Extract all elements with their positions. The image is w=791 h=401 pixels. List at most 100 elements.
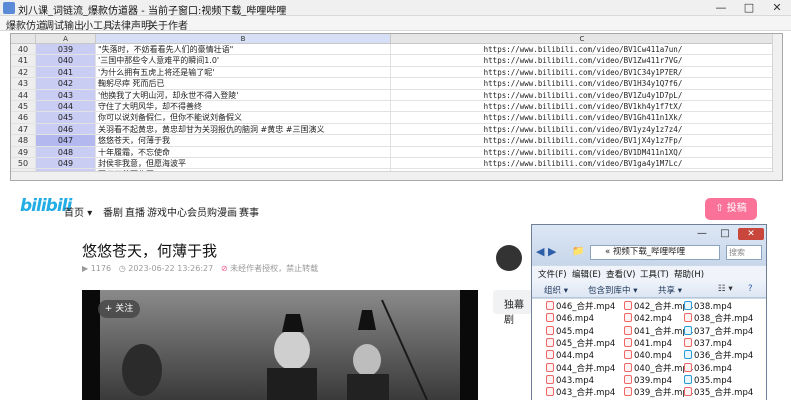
column-header-a[interactable]: A xyxy=(36,34,96,44)
menu-help[interactable]: 帮助(H) xyxy=(674,268,704,280)
cell-c[interactable]: https://www.bilibili.com/video/BV1ga4y1M… xyxy=(391,158,774,170)
row-number[interactable]: 48 xyxy=(11,135,36,147)
cell-a[interactable]: 044 xyxy=(36,101,96,113)
file-item[interactable]: 045_合并.mp4 xyxy=(546,337,615,350)
file-item[interactable]: 038.mp4 xyxy=(684,301,732,313)
menu-view[interactable]: 查看(V) xyxy=(606,268,635,280)
cell-c[interactable]: https://www.bilibili.com/video/BV1Cw411a… xyxy=(391,44,774,56)
column-header-c[interactable]: C xyxy=(391,34,774,44)
cell-a[interactable]: 040 xyxy=(36,55,96,67)
row-number[interactable]: 50 xyxy=(11,158,36,170)
cell-c[interactable]: https://www.bilibili.com/video/BV1jX4y1z… xyxy=(391,135,774,147)
file-item[interactable]: 046.mp4 xyxy=(546,313,594,325)
cell-a[interactable]: 048 xyxy=(36,146,96,158)
file-item[interactable]: 045.mp4 xyxy=(546,325,594,338)
row-number[interactable]: 45 xyxy=(11,101,36,113)
table-row[interactable]: 49 048 十年履霜，不忘使命 https://www.bilibili.com/v… xyxy=(11,146,782,158)
file-item[interactable]: 046_合并.mp4 xyxy=(546,301,615,313)
column-header-b[interactable]: B xyxy=(96,34,391,44)
cell-b[interactable]: 封侯非我意，但愿海波平 xyxy=(96,158,391,170)
include-library-button[interactable]: 包含到库中 ▾ xyxy=(588,284,637,296)
menu-item-about[interactable]: 关于作者 xyxy=(148,17,188,32)
cell-b[interactable]: 关羽看不起黄忠，黄忠却甘为关羽报仇的脑洞 #黄忠 #三国演义 xyxy=(96,123,391,136)
follow-button[interactable]: + 关注 xyxy=(98,300,140,318)
table-row[interactable]: 44 043 '他换我了大明山河，却永世不得入登陵' https://www.bili… xyxy=(11,89,782,101)
search-input[interactable]: 搜索 xyxy=(726,245,762,260)
row-number[interactable]: 47 xyxy=(11,123,36,136)
horizontal-scrollbar[interactable] xyxy=(11,171,774,180)
file-item[interactable]: 040.mp4 xyxy=(624,350,672,362)
menu-item-legal[interactable]: 法律声明 xyxy=(111,17,151,32)
cell-a[interactable]: 042 xyxy=(36,78,96,90)
cell-a[interactable]: 045 xyxy=(36,112,96,124)
file-item[interactable]: 044_合并.mp4 xyxy=(546,362,615,375)
close-button[interactable]: ✕ xyxy=(738,228,764,240)
file-item[interactable]: 037_合并.mp4 xyxy=(684,325,753,338)
cell-b[interactable]: "失落时，不妨看看先人们的豪情壮语" xyxy=(96,44,391,56)
file-item[interactable]: 042.mp4 xyxy=(624,313,672,325)
menu-edit[interactable]: 编辑(E) xyxy=(572,268,601,280)
uploader-avatar[interactable] xyxy=(496,245,522,271)
table-row[interactable]: 50 049 封侯非我意，但愿海波平 https://www.bilibili.com… xyxy=(11,158,782,170)
row-number[interactable]: 46 xyxy=(11,112,36,124)
cell-a[interactable]: 043 xyxy=(36,89,96,101)
file-item[interactable]: 040_合并.mp4 xyxy=(624,362,693,375)
menu-item-viral[interactable]: 爆款仿道 xyxy=(6,17,46,32)
cell-a[interactable]: 039 xyxy=(36,44,96,56)
minimize-button[interactable]: — xyxy=(707,0,735,16)
organize-button[interactable]: 组织 ▾ xyxy=(544,284,568,296)
cell-b[interactable]: 十年履霜，不忘使命 xyxy=(96,146,391,158)
file-item[interactable]: 041.mp4 xyxy=(624,337,672,350)
file-item[interactable]: 035.mp4 xyxy=(684,374,732,387)
nav-esports[interactable]: 赛事 xyxy=(239,204,259,219)
file-item[interactable]: 041_合并.mp4 xyxy=(624,325,693,338)
cell-c[interactable]: https://www.bilibili.com/video/BV1Zu4y1D… xyxy=(391,89,774,101)
nav-manga[interactable]: 漫画 xyxy=(217,204,237,219)
file-item[interactable]: 035_合并.mp4 xyxy=(684,387,753,399)
maximize-button[interactable]: □ xyxy=(735,0,763,16)
cell-b[interactable]: '为什么拥有五虎上将还是输了呢' xyxy=(96,66,391,79)
side-panel-tab[interactable]: 独幕剧 xyxy=(493,290,533,326)
table-row[interactable]: 48 047 悠悠苍天，何薄于我 https://www.bilibili.com/v… xyxy=(11,135,782,147)
file-item[interactable]: 039_合并.mp4 xyxy=(624,387,693,399)
table-row[interactable]: 42 041 '为什么拥有五虎上将还是输了呢' https://www.bilibil… xyxy=(11,66,782,79)
spreadsheet-grid[interactable]: A B C 40 039 "失落时，不妨看看先人们的豪情壮语" https://www… xyxy=(10,33,783,181)
cell-b[interactable]: '三国中那些令人意难平的瞬间1.0' xyxy=(96,55,391,67)
nav-home[interactable]: 首页 ▾ xyxy=(64,204,92,219)
cell-c[interactable]: https://www.bilibili.com/video/BV1H34y1Q… xyxy=(391,78,774,90)
nav-mall[interactable]: 会员购 xyxy=(187,204,217,219)
cell-c[interactable]: https://www.bilibili.com/video/BV1C34y1P… xyxy=(391,66,774,79)
cell-c[interactable]: https://www.bilibili.com/video/BV1Gh411n… xyxy=(391,112,774,124)
cell-b[interactable]: 守住了大明风华，却不得善终 xyxy=(96,101,391,113)
file-item[interactable]: 043_合并.mp4 xyxy=(546,387,615,399)
row-number[interactable]: 43 xyxy=(11,78,36,90)
address-bar[interactable]: « 视频下载_哔哩哔哩 xyxy=(590,245,720,260)
file-item[interactable]: 044.mp4 xyxy=(546,350,594,362)
cell-b[interactable]: 鞠躬尽瘁 死而后已 xyxy=(96,78,391,90)
table-row[interactable]: 47 046 关羽看不起黄忠，黄忠却甘为关羽报仇的脑洞 #黄忠 #三国演义 https… xyxy=(11,123,782,136)
cell-a[interactable]: 049 xyxy=(36,158,96,170)
cell-a[interactable]: 041 xyxy=(36,66,96,79)
cell-c[interactable]: https://www.bilibili.com/video/BV1DM411n… xyxy=(391,146,774,158)
cell-a[interactable]: 047 xyxy=(36,135,96,147)
close-button[interactable]: ✕ xyxy=(763,0,791,16)
nav-live[interactable]: 直播 xyxy=(125,204,145,219)
video-player[interactable] xyxy=(82,290,478,400)
table-row[interactable]: 45 044 守住了大明风华，却不得善终 https://www.bilibili.c… xyxy=(11,101,782,113)
row-number[interactable]: 44 xyxy=(11,89,36,101)
file-item[interactable]: 037.mp4 xyxy=(684,337,732,350)
cell-c[interactable]: https://www.bilibili.com/video/BV1Zw411r… xyxy=(391,55,774,67)
row-number[interactable]: 40 xyxy=(11,44,36,56)
vertical-scrollbar[interactable] xyxy=(772,34,782,180)
upload-button[interactable]: ⇧ 投稿 xyxy=(705,198,757,220)
back-forward-icon[interactable]: ◀ ▶ xyxy=(536,245,556,258)
row-number[interactable]: 49 xyxy=(11,146,36,158)
file-item[interactable]: 036_合并.mp4 xyxy=(684,350,753,362)
cell-a[interactable]: 046 xyxy=(36,123,96,136)
share-button[interactable]: 共享 ▾ xyxy=(658,284,682,296)
cell-c[interactable]: https://www.bilibili.com/video/BV1yz4y1z… xyxy=(391,123,774,136)
table-row[interactable]: 46 045 你可以说刘备假仁，但你不能说刘备假义 https://www.bilib… xyxy=(11,112,782,124)
cell-b[interactable]: 你可以说刘备假仁，但你不能说刘备假义 xyxy=(96,112,391,124)
cell-b[interactable]: 悠悠苍天，何薄于我 xyxy=(96,135,391,147)
minimize-button[interactable]: — xyxy=(692,228,712,240)
